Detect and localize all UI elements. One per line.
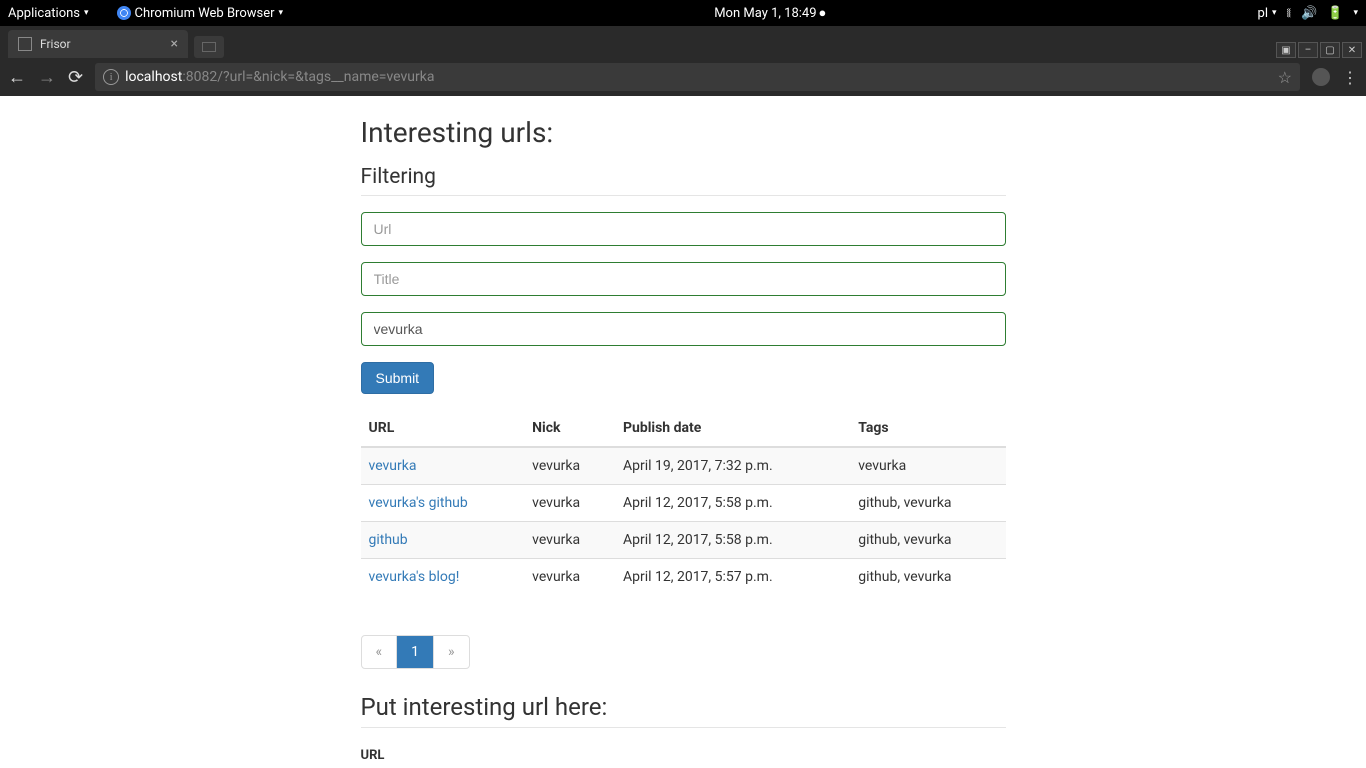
col-url: URL [361,410,525,447]
maximize-button[interactable]: ▢ [1320,42,1340,58]
reload-button[interactable]: ⟳ [68,67,83,88]
put-url-heading: Put interesting url here: [361,693,1006,728]
chevron-down-icon[interactable]: ▾ [1353,8,1358,18]
put-url-label: URL [361,748,1006,763]
active-app-label: Chromium Web Browser [135,6,275,21]
page-container: Interesting urls: Filtering Submit URL N… [361,96,1006,768]
cell-publish: April 12, 2017, 5:58 p.m. [615,522,850,559]
browser-chrome: Frisor × ▣ – ▢ ✕ ← → ⟳ i localhost:8082/… [0,26,1366,96]
url-port: :8082 [182,69,217,85]
chevron-down-icon: ▾ [84,8,89,18]
extension-icon[interactable] [1312,68,1330,86]
filter-title-input[interactable] [361,262,1006,296]
address-bar[interactable]: i localhost:8082/?url=&nick=&tags__name=… [95,63,1300,91]
tab-bar: Frisor × ▣ – ▢ ✕ [0,26,1366,58]
url-host: localhost [125,69,182,85]
chevron-down-icon: ▾ [1272,8,1277,18]
cell-publish: April 12, 2017, 5:58 p.m. [615,485,850,522]
language-indicator[interactable]: pl ▾ [1258,6,1277,21]
applications-menu[interactable]: Applications ▾ [8,6,89,21]
page-next[interactable]: » [434,636,469,668]
minimize-button[interactable]: – [1298,42,1318,58]
table-row: vevurka's blog! vevurkaApril 12, 2017, 5:… [361,559,1006,596]
cell-nick: vevurka [524,559,615,596]
urls-table: URL Nick Publish date Tags vevurkavevurk… [361,410,1006,595]
col-publish: Publish date [615,410,850,447]
page-title: Interesting urls: [361,116,1006,149]
cell-url: github [361,522,525,559]
cell-url: vevurka's blog! [361,559,525,596]
table-header-row: URL Nick Publish date Tags [361,410,1006,447]
pagination: « 1 » [361,635,470,669]
page-icon [18,37,32,51]
active-app-menu[interactable]: Chromium Web Browser ▾ [117,6,284,21]
url-link[interactable]: vevurka's github [369,495,468,511]
page-viewport[interactable]: Interesting urls: Filtering Submit URL N… [0,96,1366,768]
cell-publish: April 12, 2017, 5:57 p.m. [615,559,850,596]
cell-nick: vevurka [524,485,615,522]
nav-bar: ← → ⟳ i localhost:8082/?url=&nick=&tags_… [0,58,1366,96]
tab-title: Frisor [40,37,71,51]
cell-nick: vevurka [524,447,615,485]
volume-icon[interactable]: 🔊 [1301,6,1317,21]
page-prev[interactable]: « [362,636,398,668]
url-link[interactable]: vevurka [369,458,417,474]
desktop-top-bar: Applications ▾ Chromium Web Browser ▾ Mo… [0,0,1366,26]
filtering-heading: Filtering [361,165,1006,196]
clock[interactable]: Mon May 1, 18:49 [714,6,816,21]
cell-url: vevurka's github [361,485,525,522]
cell-tags: github, vevurka [850,522,1005,559]
table-row: vevurka's github vevurkaApril 12, 2017, 5… [361,485,1006,522]
forward-button[interactable]: → [38,67,56,88]
close-icon[interactable]: × [171,36,178,52]
submit-button[interactable]: Submit [361,362,435,394]
browser-tab[interactable]: Frisor × [8,30,188,58]
cell-url: vevurka [361,447,525,485]
back-button[interactable]: ← [8,67,26,88]
cell-publish: April 19, 2017, 7:32 p.m. [615,447,850,485]
url-path: /?url=&nick=&tags__name=vevurka [217,69,434,85]
battery-icon[interactable]: 🔋 [1327,6,1343,21]
wifi-icon[interactable]: ⧛ [1287,6,1292,21]
info-icon[interactable]: i [103,69,119,85]
new-tab-icon [202,42,216,52]
cell-tags: github, vevurka [850,559,1005,596]
col-nick: Nick [524,410,615,447]
page-number: 1 [397,636,433,668]
window-controls: ▣ – ▢ ✕ [1276,38,1366,58]
bookmark-star-icon[interactable]: ☆ [1278,68,1292,87]
url-text: localhost:8082/?url=&nick=&tags__name=ve… [125,69,434,85]
table-row: github vevurkaApril 12, 2017, 5:58 p.m.gi… [361,522,1006,559]
filter-tags-input[interactable] [361,312,1006,346]
close-button[interactable]: ✕ [1342,42,1362,58]
cell-tags: github, vevurka [850,485,1005,522]
user-button[interactable]: ▣ [1276,42,1296,58]
prev-label: « [362,636,397,668]
filter-url-input[interactable] [361,212,1006,246]
col-tags: Tags [850,410,1005,447]
page-1[interactable]: 1 [397,636,434,668]
cell-tags: vevurka [850,447,1005,485]
cell-nick: vevurka [524,522,615,559]
applications-label: Applications [8,6,80,21]
table-row: vevurkavevurkaApril 19, 2017, 7:32 p.m.v… [361,447,1006,485]
clock-dot: ● [819,5,827,21]
browser-menu-button[interactable]: ⋮ [1342,68,1358,87]
url-link[interactable]: vevurka's blog! [369,569,460,585]
url-link[interactable]: github [369,532,408,548]
chromium-icon [117,6,131,20]
next-label: » [434,636,469,668]
language-label: pl [1258,6,1268,21]
new-tab-button[interactable] [194,36,224,58]
